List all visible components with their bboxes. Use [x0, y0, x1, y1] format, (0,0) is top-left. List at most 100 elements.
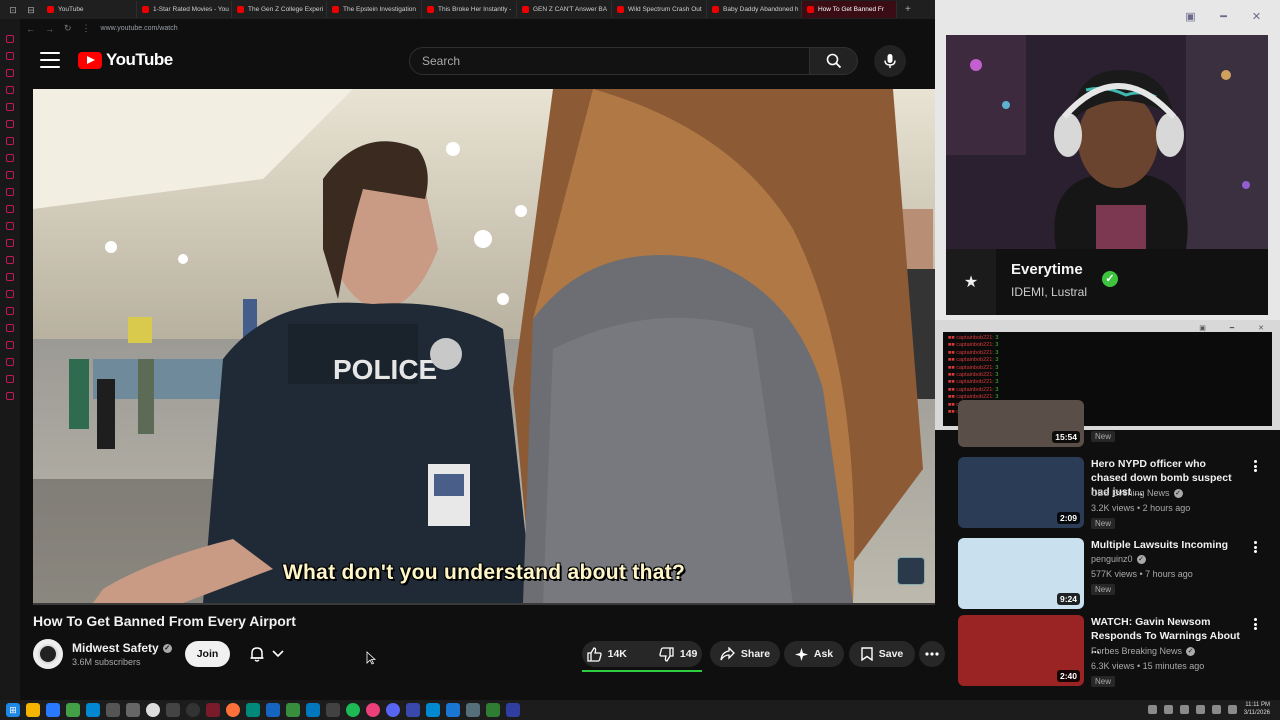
- recommended-channel-row[interactable]: Forbes Breaking News ✓: [1091, 646, 1196, 656]
- save-button[interactable]: Save: [849, 641, 915, 667]
- wifi-icon[interactable]: [1211, 705, 1221, 714]
- browser-tab[interactable]: This Broke Her Instantly -: [422, 1, 517, 18]
- sidebar-app-icon[interactable]: [6, 137, 14, 145]
- reload-icon[interactable]: ↻: [64, 23, 72, 34]
- close-window-icon[interactable]: ✕: [1247, 9, 1266, 25]
- sidebar-app-icon[interactable]: [6, 222, 14, 230]
- channel-name-row[interactable]: Midwest Safety ✓: [72, 641, 172, 655]
- restore-window-icon[interactable]: ▣: [1181, 9, 1200, 25]
- obs-icon[interactable]: [186, 703, 200, 717]
- sidebar-app-icon[interactable]: [6, 341, 14, 349]
- sidebar-app-icon[interactable]: [6, 35, 14, 43]
- dislike-button[interactable]: 149: [649, 641, 708, 667]
- browser-tab[interactable]: 1-Star Rated Movies - You: [137, 1, 232, 18]
- sidebar-app-icon[interactable]: [6, 52, 14, 60]
- spotify-icon[interactable]: [346, 703, 360, 717]
- more-actions-button[interactable]: [919, 641, 945, 667]
- channel-watermark-icon[interactable]: [897, 557, 925, 585]
- app-icon[interactable]: [106, 703, 120, 717]
- menu-icon[interactable]: [40, 52, 60, 68]
- app-icon[interactable]: [466, 703, 480, 717]
- site-info-icon[interactable]: ⋮: [82, 23, 91, 34]
- browser-tab[interactable]: How To Get Banned Fr: [802, 1, 897, 18]
- app-icon[interactable]: [486, 703, 500, 717]
- sidebar-app-icon[interactable]: [6, 120, 14, 128]
- share-button[interactable]: Share: [710, 641, 780, 667]
- voice-search-button[interactable]: [874, 45, 906, 77]
- forward-icon[interactable]: →: [45, 24, 54, 34]
- volume-icon[interactable]: [1227, 705, 1237, 714]
- chrome-icon[interactable]: [146, 703, 160, 717]
- firefox-icon[interactable]: [226, 703, 240, 717]
- more-vertical-icon[interactable]: [1250, 540, 1260, 554]
- app-icon[interactable]: [406, 703, 420, 717]
- app-icon[interactable]: [366, 703, 380, 717]
- browser-tab[interactable]: Wild Spectrum Crash Out: [612, 1, 707, 18]
- sidebar-app-icon[interactable]: [6, 273, 14, 281]
- app-icon[interactable]: [46, 703, 60, 717]
- discord-icon[interactable]: [386, 703, 400, 717]
- app-icon[interactable]: [506, 703, 520, 717]
- sidebar-app-icon[interactable]: [6, 375, 14, 383]
- video-thumbnail[interactable]: 2:40: [958, 615, 1084, 686]
- sidebar-app-icon[interactable]: [6, 205, 14, 213]
- close-window-icon[interactable]: ✕: [1258, 324, 1264, 332]
- browser-tab[interactable]: YouTube: [42, 1, 137, 18]
- tray-icon[interactable]: [1147, 705, 1157, 714]
- workspaces-icon[interactable]: ⊟: [24, 4, 38, 16]
- browser-tab[interactable]: The Epstein Investigation: [327, 1, 422, 18]
- sidebar-app-icon[interactable]: [6, 358, 14, 366]
- app-icon[interactable]: [306, 703, 320, 717]
- file-explorer-icon[interactable]: [26, 703, 40, 717]
- app-icon[interactable]: [266, 703, 280, 717]
- video-thumbnail[interactable]: 2:09: [958, 457, 1084, 528]
- video-player[interactable]: POLICE What don't you understand about t…: [33, 89, 935, 603]
- browser-tab[interactable]: Baby Daddy Abandoned h: [707, 1, 802, 18]
- recommended-channel-row[interactable]: CBS Evening News ✓: [1091, 488, 1183, 498]
- windows-start-icon[interactable]: ⊞: [6, 703, 20, 717]
- sidebar-app-icon[interactable]: [6, 324, 14, 332]
- ask-button[interactable]: Ask: [784, 641, 844, 667]
- tray-icon[interactable]: [1179, 705, 1189, 714]
- sidebar-app-icon[interactable]: [6, 188, 14, 196]
- back-icon[interactable]: ←: [26, 24, 35, 34]
- app-icon[interactable]: [326, 703, 340, 717]
- sidebar-app-icon[interactable]: [6, 307, 14, 315]
- recommended-channel[interactable]: CBS Evening News: [1091, 488, 1170, 498]
- tray-icon[interactable]: [1163, 705, 1173, 714]
- search-button[interactable]: [810, 47, 858, 75]
- sidebar-app-icon[interactable]: [6, 69, 14, 77]
- search-input[interactable]: [409, 47, 810, 75]
- recommended-channel[interactable]: penguinz0: [1091, 554, 1133, 564]
- app-icon[interactable]: [446, 703, 460, 717]
- app-icon[interactable]: [86, 703, 100, 717]
- app-icon[interactable]: [246, 703, 260, 717]
- app-icon[interactable]: [166, 703, 180, 717]
- app-icon[interactable]: [66, 703, 80, 717]
- sidebar-app-icon[interactable]: [6, 239, 14, 247]
- notification-bell-button[interactable]: [238, 641, 294, 667]
- like-button[interactable]: 14K: [577, 641, 637, 667]
- url-text[interactable]: www.youtube.com/watch: [101, 25, 178, 32]
- app-icon[interactable]: [286, 703, 300, 717]
- new-tab-icon[interactable]: +: [901, 4, 915, 15]
- tab-actions-icon[interactable]: ⊡: [6, 4, 20, 16]
- sidebar-app-icon[interactable]: [6, 171, 14, 179]
- sidebar-app-icon[interactable]: [6, 256, 14, 264]
- channel-avatar[interactable]: [33, 639, 63, 669]
- recommended-channel-row[interactable]: penguinz0 ✓: [1091, 554, 1146, 564]
- more-vertical-icon[interactable]: [1250, 617, 1260, 631]
- more-vertical-icon[interactable]: [1250, 459, 1260, 473]
- youtube-logo[interactable]: YouTube: [78, 50, 173, 70]
- taskbar-clock[interactable]: 11:11 PM 3/11/2026: [1244, 702, 1270, 717]
- address-bar[interactable]: ← → ↻ ⋮ www.youtube.com/watch: [20, 19, 935, 38]
- sidebar-app-icon[interactable]: [6, 154, 14, 162]
- restore-window-icon[interactable]: ▣: [1199, 324, 1206, 332]
- app-icon[interactable]: [426, 703, 440, 717]
- recommended-channel[interactable]: Forbes Breaking News: [1091, 646, 1182, 656]
- browser-tab[interactable]: GEN Z CAN'T Answer BA: [517, 1, 612, 18]
- channel-name[interactable]: Midwest Safety: [72, 641, 159, 655]
- sidebar-app-icon[interactable]: [6, 392, 14, 400]
- join-button[interactable]: Join: [185, 641, 230, 667]
- video-thumbnail[interactable]: 9:24: [958, 538, 1084, 609]
